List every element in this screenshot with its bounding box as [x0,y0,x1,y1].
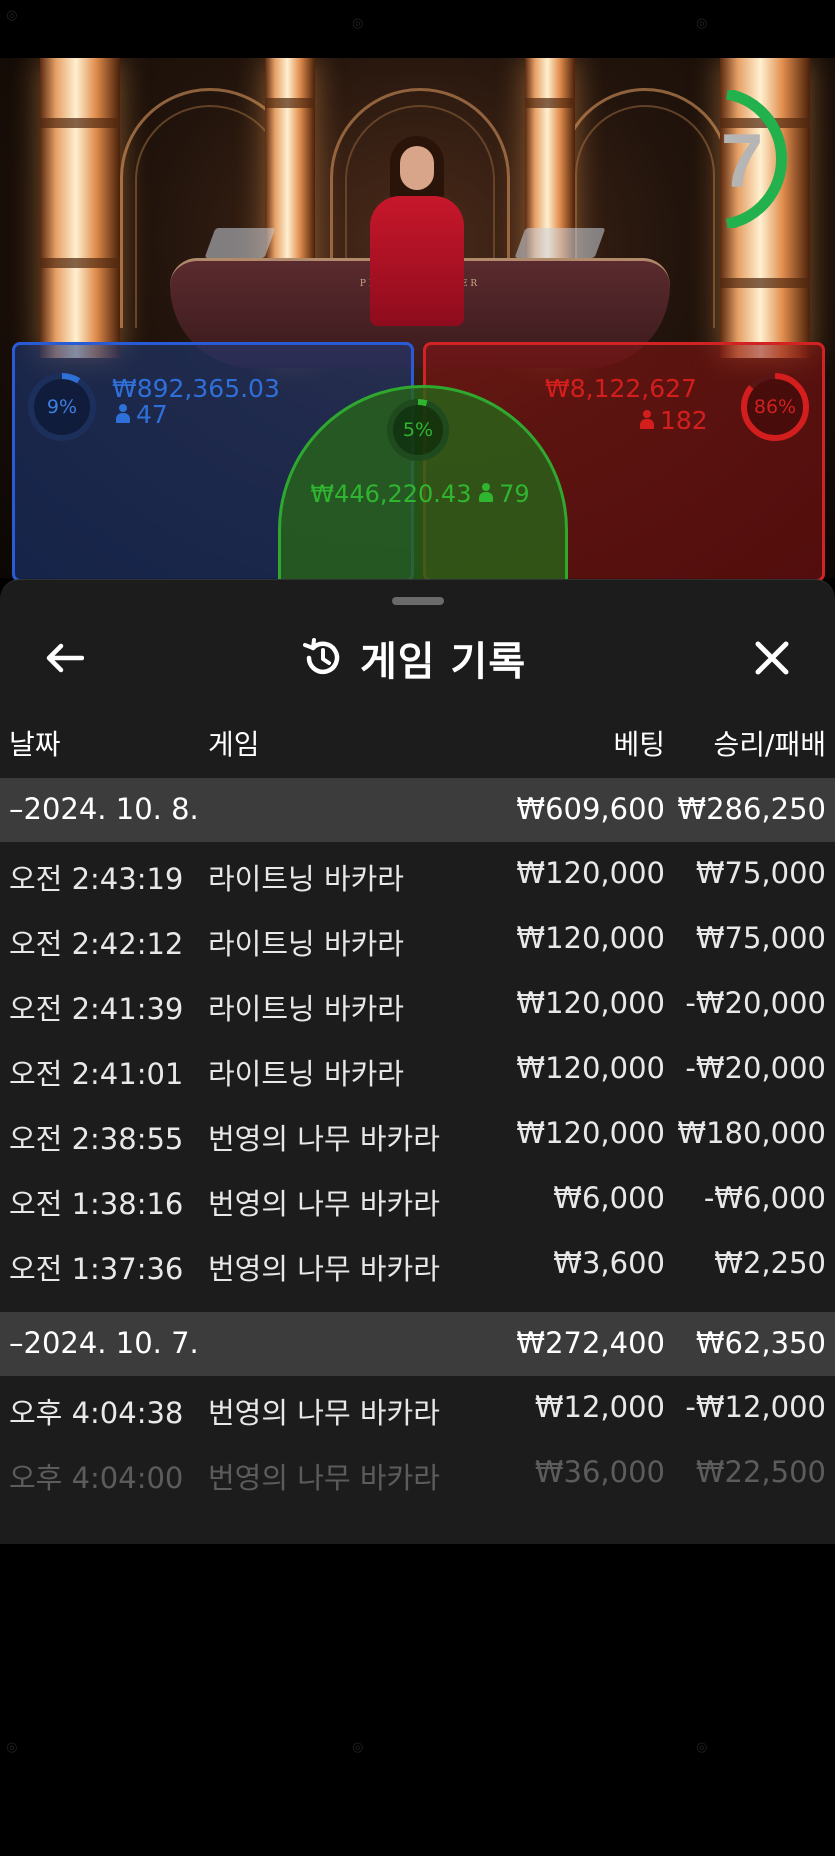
row-result: ₩22,500 [695,1455,826,1489]
row-time: 오후 4:04:38 [9,1396,184,1430]
column-result: 승리/패배 [713,728,826,761]
row-result: ₩75,000 [695,921,826,955]
row-bet: ₩36,000 [534,1455,665,1489]
group-total-result: ₩62,350 [695,1326,826,1360]
row-time: 오전 2:42:12 [9,927,184,961]
tie-percent: 5% [402,419,434,441]
row-result: ₩180,000 [677,1116,826,1150]
watermark-logo: ◎ [692,14,711,33]
row-time: 오전 1:38:16 [9,1187,184,1221]
watermark-logo: ◎ [2,1738,21,1757]
dealer [362,136,472,336]
sheet-header: 게임 기록 [300,628,526,688]
history-row[interactable]: 오전 1:38:16 번영의 나무 바카라 ₩6,000 -₩6,000 [0,1167,835,1232]
history-row[interactable]: 오전 2:43:19 라이트닝 바카라 ₩120,000 ₩75,000 [0,842,835,907]
history-row[interactable]: 오전 1:37:36 번영의 나무 바카라 ₩3,600 ₩2,250 [0,1232,835,1297]
history-row[interactable]: 오후 4:04:00 번영의 나무 바카라 ₩36,000 ₩22,500 [0,1441,835,1506]
history-table-header: 날짜 게임 베팅 승리/패배 [0,723,835,779]
tie-percent-ring: 5% [384,396,452,464]
sheet-drag-handle[interactable] [392,597,444,605]
arrow-left-icon [46,643,84,673]
decor-pillar [40,58,120,358]
row-time: 오전 2:38:55 [9,1122,184,1156]
countdown-timer: 7 [702,90,802,228]
row-game: 라이트닝 바카라 [208,862,404,896]
column-bet: 베팅 [613,728,665,761]
person-icon [640,410,654,430]
row-game: 번영의 나무 바카라 [208,1187,440,1221]
row-result: -₩6,000 [703,1181,826,1215]
row-time: 오후 4:04:00 [9,1461,184,1495]
sheet-title: 게임 기록 [360,639,527,685]
row-result: ₩2,250 [714,1246,826,1280]
history-row[interactable]: 오전 2:41:39 라이트닝 바카라 ₩120,000 -₩20,000 [0,972,835,1037]
row-bet: ₩3,600 [553,1246,665,1280]
watermark-logo: ◎ [348,14,367,33]
row-game: 번영의 나무 바카라 [208,1396,440,1430]
date-group-header[interactable]: –2024. 10. 7. ₩272,400 ₩62,350 [0,1312,835,1376]
row-bet: ₩120,000 [516,856,665,890]
row-game: 번영의 나무 바카라 [208,1122,440,1156]
banker-percent: 86% [753,396,797,418]
group-total-bet: ₩272,400 [516,1326,665,1360]
countdown-value: 7 [720,119,764,204]
row-bet: ₩120,000 [516,1116,665,1150]
row-result: ₩75,000 [695,856,826,890]
row-time: 오전 2:41:01 [9,1057,184,1091]
history-row[interactable]: 오전 2:38:55 번영의 나무 바카라 ₩120,000 ₩180,000 [0,1102,835,1167]
row-game: 라이트닝 바카라 [208,927,404,961]
column-game: 게임 [208,728,260,761]
row-bet: ₩12,000 [534,1390,665,1424]
tie-bet-amount: ₩446,220.43 [310,480,472,508]
group-total-bet: ₩609,600 [516,792,665,826]
row-game: 번영의 나무 바카라 [208,1461,440,1495]
row-time: 오전 2:43:19 [9,862,184,896]
row-game: 라이트닝 바카라 [208,1057,404,1091]
watermark-logo: ◎ [348,1738,367,1757]
history-row[interactable]: 오후 4:04:38 번영의 나무 바카라 ₩12,000 -₩12,000 [0,1376,835,1441]
row-time: 오전 1:37:36 [9,1252,184,1286]
card-shoe [204,228,276,258]
row-game: 라이트닝 바카라 [208,992,404,1026]
back-button[interactable] [36,630,92,686]
tie-bettor-count: 79 [499,480,530,508]
watermark-logo: ◎ [2,6,21,25]
row-result: -₩20,000 [685,986,826,1020]
close-icon [755,641,789,675]
person-icon [479,483,494,503]
player-bettor-count: 47 [116,400,168,429]
player-percent-ring: 9% [25,370,99,444]
banker-bet-amount: ₩8,122,627 [545,374,697,403]
history-row[interactable]: 오전 2:42:12 라이트닝 바카라 ₩120,000 ₩75,000 [0,907,835,972]
player-percent: 9% [46,396,78,418]
game-history-sheet: 게임 기록 날짜 게임 베팅 승리/패배 –2024. 10. 8. ₩609,… [0,579,835,1544]
banker-bettor-count: 182 [640,406,708,435]
date-group-header[interactable]: –2024. 10. 8. ₩609,600 ₩286,250 [0,778,835,842]
group-date: –2024. 10. 7. [9,1326,199,1360]
history-row[interactable]: 오전 2:41:01 라이트닝 바카라 ₩120,000 -₩20,000 [0,1037,835,1102]
player-bet-amount: ₩892,365.03 [112,374,280,403]
banker-percent-ring: 86% [738,370,812,444]
column-date: 날짜 [9,728,61,761]
row-result: -₩12,000 [685,1390,826,1424]
row-time: 오전 2:41:39 [9,992,184,1026]
group-total-result: ₩286,250 [677,792,826,826]
group-date: –2024. 10. 8. [9,792,199,826]
person-icon [116,404,130,424]
row-bet: ₩120,000 [516,986,665,1020]
tie-bet-summary: ₩446,220.43 79 [300,480,540,508]
row-bet: ₩6,000 [553,1181,665,1215]
close-button[interactable] [744,630,800,686]
row-result: -₩20,000 [685,1051,826,1085]
watermark-logo: ◎ [692,1738,711,1757]
history-icon [303,638,340,675]
row-bet: ₩120,000 [516,921,665,955]
row-game: 번영의 나무 바카라 [208,1252,440,1286]
row-bet: ₩120,000 [516,1051,665,1085]
card-shoe [514,228,606,258]
